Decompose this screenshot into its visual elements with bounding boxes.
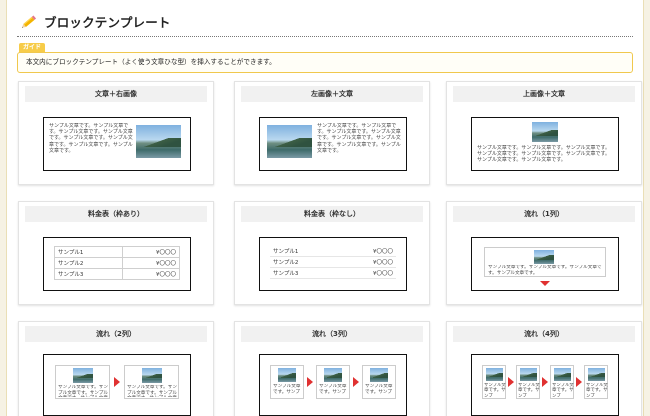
table-row: サンプル2 ¥〇〇〇 bbox=[270, 256, 396, 268]
sample-text: サンプル文章です。サンプル文章です。サンプル文章です。サンプル文章です。サンプル… bbox=[477, 145, 611, 164]
sample-text: サンプル文章です。サンプ bbox=[365, 384, 393, 395]
sample-text: サンプル文章です。サンプル文章です。サンプル文章です。サンプル文章です。 bbox=[488, 265, 602, 276]
flow-step: サンプル文章です。サンプ bbox=[362, 365, 396, 399]
table-row: サンプル1 ¥〇〇〇 bbox=[53, 246, 180, 258]
template-preview: サンプル文章です。サンプル文章です。サンプル文章です。サンプル文章です。サンプル… bbox=[471, 117, 619, 171]
flow-step: サンプル文章です。サンプ bbox=[316, 365, 350, 399]
price-item-name: サンプル2 bbox=[270, 256, 339, 268]
page-title: ブロックテンプレート bbox=[44, 14, 171, 30]
template-card-flow-1-column[interactable]: 流れ（1列） サンプル文章です。サンプル文章です。サンプル文章です。サンプル文章… bbox=[446, 201, 642, 305]
price-item-name: サンプル1 bbox=[270, 246, 339, 257]
sample-image bbox=[554, 368, 571, 381]
template-preview: サンプル文章です。サンプ サンプル文章です。サンプ サンプル文章です。サンプ サ… bbox=[471, 354, 619, 416]
sample-text: サンプル文章です。サンプル文章です。サンプル文章です。サンプル文章です。 bbox=[58, 385, 108, 397]
sample-image bbox=[534, 250, 554, 264]
price-item-value: ¥〇〇〇 bbox=[122, 246, 180, 258]
template-preview: サンプル文章です。サンプル文章です。サンプル文章です。サンプル文章です。サンプル… bbox=[43, 117, 191, 171]
price-item-value: ¥〇〇〇 bbox=[338, 246, 396, 257]
price-item-value: ¥〇〇〇 bbox=[338, 267, 396, 279]
sample-text: サンプル文章です。サンプ bbox=[518, 383, 540, 397]
template-card-left-image-text[interactable]: 左画像＋文章 サンプル文章です。サンプル文章です。サンプル文章です。サンプル文章… bbox=[234, 81, 430, 185]
flow-step: サンプル文章です。サンプル文章です。サンプル文章です。サンプル文章です。 bbox=[55, 365, 110, 399]
card-title: 文章＋右画像 bbox=[25, 86, 207, 102]
card-title: 流れ（3列） bbox=[241, 326, 423, 342]
main-panel: ブロックテンプレート ガイド 本文内にブロックテンプレート（よく使う文章ひな型）… bbox=[6, 0, 644, 416]
price-item-value: ¥〇〇〇 bbox=[122, 257, 180, 269]
price-item-value: ¥〇〇〇 bbox=[122, 268, 180, 280]
flow-step: サンプル文章です。サンプ bbox=[482, 365, 506, 399]
table-row: サンプル1 ¥〇〇〇 bbox=[270, 246, 396, 257]
sample-image bbox=[324, 368, 342, 382]
template-preview: サンプル文章です。サンプル文章です。サンプル文章です。サンプル文章です。 bbox=[471, 237, 619, 291]
card-title: 流れ（2列） bbox=[25, 326, 207, 342]
flow-arrow-right-icon bbox=[307, 377, 313, 387]
sample-text: サンプル文章です。サンプ bbox=[273, 384, 301, 395]
price-item-name: サンプル3 bbox=[270, 267, 339, 279]
table-row: サンプル2 ¥〇〇〇 bbox=[53, 257, 180, 269]
header-divider bbox=[17, 36, 633, 37]
flow-step: サンプル文章です。サンプ bbox=[584, 365, 608, 399]
price-table: サンプル1 ¥〇〇〇 サンプル2 ¥〇〇〇 サンプル3 ¥〇〇〇 bbox=[53, 246, 180, 280]
sample-text: サンプル文章です。サンプ bbox=[319, 384, 347, 395]
price-item-name: サンプル1 bbox=[53, 246, 124, 258]
template-card-text-right-image[interactable]: 文章＋右画像 サンプル文章です。サンプル文章です。サンプル文章です。サンプル文章… bbox=[18, 81, 214, 185]
sample-image bbox=[532, 122, 558, 142]
template-preview: サンプル文章です。サンプル文章です。サンプル文章です。サンプル文章です。 サンプ… bbox=[43, 354, 191, 416]
card-title: 料金表（枠あり） bbox=[25, 206, 207, 222]
template-card-flow-4-columns[interactable]: 流れ（4列） サンプル文章です。サンプ サンプル文章です。サンプ サンプル文章で… bbox=[446, 321, 642, 416]
flow-step: サンプル文章です。サンプル文章です。サンプル文章です。サンプル文章です。 bbox=[484, 247, 606, 277]
table-row: サンプル3 ¥〇〇〇 bbox=[53, 268, 180, 280]
price-item-name: サンプル2 bbox=[53, 257, 124, 269]
pencil-icon bbox=[21, 15, 37, 28]
flow-arrow-right-icon bbox=[576, 377, 582, 387]
template-preview: サンプル文章です。サンプル文章です。サンプル文章です。サンプル文章です。サンプル… bbox=[259, 117, 407, 171]
flow-arrow-right-icon bbox=[353, 377, 359, 387]
flow-step: サンプル文章です。サンプ bbox=[270, 365, 304, 399]
template-card-flow-2-columns[interactable]: 流れ（2列） サンプル文章です。サンプル文章です。サンプル文章です。サンプル文章… bbox=[18, 321, 214, 416]
template-card-flow-3-columns[interactable]: 流れ（3列） サンプル文章です。サンプ サンプル文章です。サンプ サンプル文章で… bbox=[234, 321, 430, 416]
flow-arrow-right-icon bbox=[542, 377, 548, 387]
price-item-name: サンプル3 bbox=[53, 268, 124, 280]
sample-image bbox=[486, 368, 503, 381]
sample-image bbox=[73, 368, 93, 383]
guide-box: 本文内にブロックテンプレート（よく使う文章ひな型）を挿入することができます。 bbox=[17, 52, 633, 73]
sample-image bbox=[278, 368, 296, 382]
sample-image bbox=[142, 368, 162, 383]
sample-image bbox=[136, 125, 181, 158]
table-row: サンプル3 ¥〇〇〇 bbox=[270, 267, 396, 279]
card-title: 料金表（枠なし） bbox=[241, 206, 423, 222]
template-preview: サンプル1 ¥〇〇〇 サンプル2 ¥〇〇〇 サンプル3 ¥〇〇〇 bbox=[259, 237, 407, 291]
flow-step: サンプル文章です。サンプ bbox=[516, 365, 540, 399]
sample-text: サンプル文章です。サンプル文章です。サンプル文章です。サンプル文章です。サンプル… bbox=[317, 123, 401, 154]
flow-arrow-right-icon bbox=[508, 377, 514, 387]
flow-step: サンプル文章です。サンプル文章です。サンプル文章です。サンプル文章です。 bbox=[124, 365, 179, 399]
flow-step: サンプル文章です。サンプ bbox=[550, 365, 574, 399]
price-item-value: ¥〇〇〇 bbox=[338, 256, 396, 268]
flow-arrow-right-icon bbox=[114, 377, 120, 387]
price-table: サンプル1 ¥〇〇〇 サンプル2 ¥〇〇〇 サンプル3 ¥〇〇〇 bbox=[270, 246, 396, 279]
flow-arrow-down-icon bbox=[540, 281, 550, 286]
template-card-price-bordered[interactable]: 料金表（枠あり） サンプル1 ¥〇〇〇 サンプル2 ¥〇〇〇 サンプル3 ¥〇〇〇 bbox=[18, 201, 214, 305]
sample-text: サンプル文章です。サンプル文章です。サンプル文章です。サンプル文章です。サンプル… bbox=[49, 123, 133, 154]
sample-text: サンプル文章です。サンプ bbox=[484, 383, 506, 397]
sample-image bbox=[370, 368, 388, 382]
sample-image bbox=[267, 125, 312, 158]
sample-image bbox=[588, 368, 605, 381]
card-title: 上画像＋文章 bbox=[453, 86, 635, 102]
template-card-top-image-text[interactable]: 上画像＋文章 サンプル文章です。サンプル文章です。サンプル文章です。サンプル文章… bbox=[446, 81, 642, 185]
card-title: 流れ（4列） bbox=[453, 326, 635, 342]
sample-image bbox=[520, 368, 537, 381]
sample-text: サンプル文章です。サンプ bbox=[586, 383, 608, 397]
page-header: ブロックテンプレート bbox=[21, 10, 171, 32]
card-title: 流れ（1列） bbox=[453, 206, 635, 222]
template-preview: サンプル1 ¥〇〇〇 サンプル2 ¥〇〇〇 サンプル3 ¥〇〇〇 bbox=[43, 237, 191, 291]
template-preview: サンプル文章です。サンプ サンプル文章です。サンプ サンプル文章です。サンプ bbox=[259, 354, 407, 416]
sample-text: サンプル文章です。サンプル文章です。サンプル文章です。サンプル文章です。 bbox=[127, 385, 177, 397]
guide-text: 本文内にブロックテンプレート（よく使う文章ひな型）を挿入することができます。 bbox=[26, 58, 276, 66]
sample-text: サンプル文章です。サンプ bbox=[552, 383, 574, 397]
card-title: 左画像＋文章 bbox=[241, 86, 423, 102]
template-card-price-unbordered[interactable]: 料金表（枠なし） サンプル1 ¥〇〇〇 サンプル2 ¥〇〇〇 サンプル3 ¥〇〇〇 bbox=[234, 201, 430, 305]
